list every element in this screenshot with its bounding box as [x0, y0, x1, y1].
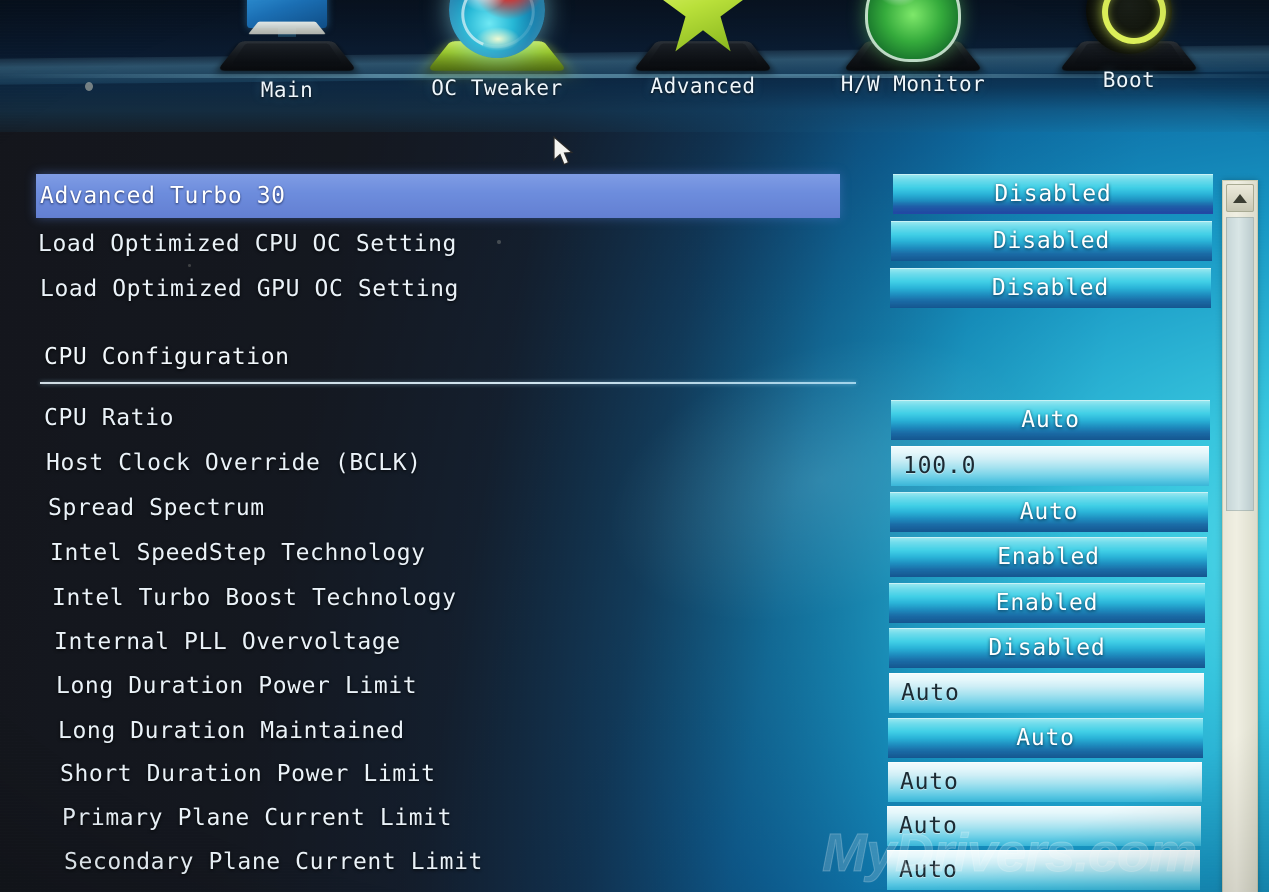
- value-text: Auto: [900, 769, 959, 795]
- chevron-up-icon: [1233, 193, 1247, 203]
- value-text: Auto: [1019, 499, 1079, 525]
- scrollbar-up-button[interactable]: [1226, 184, 1254, 212]
- value-dropdown-intel-speedstep-technology[interactable]: Enabled: [890, 537, 1207, 577]
- value-text: 100.0: [903, 453, 977, 479]
- value-input-short-duration-power-limit[interactable]: Auto: [888, 762, 1202, 802]
- setting-label-intel-speedstep-technology[interactable]: Intel SpeedStep Technology: [50, 540, 426, 566]
- nav-tab-label-main: Main: [260, 78, 314, 102]
- value-input-long-duration-power-limit[interactable]: Auto: [889, 673, 1204, 713]
- value-dropdown-internal-pll-overvoltage[interactable]: Disabled: [889, 628, 1205, 668]
- nav-pedestal-main: [216, 41, 358, 71]
- menu-item-load-optimized-cpu-oc-setting[interactable]: Load Optimized CPU OC Setting: [38, 231, 457, 257]
- value-input-primary-plane-current-limit[interactable]: Auto: [887, 806, 1201, 846]
- value-input-secondary-plane-current-limit[interactable]: Auto: [887, 850, 1200, 890]
- section-divider: [40, 382, 856, 384]
- menu-item-advanced-turbo-30-label: Advanced Turbo 30: [40, 183, 286, 209]
- value-text: Disabled: [992, 228, 1111, 254]
- value-text: Auto: [1016, 725, 1075, 751]
- scrollbar-thumb[interactable]: [1226, 217, 1254, 511]
- value-text: Disabled: [988, 635, 1106, 661]
- value-dropdown-spread-spectrum[interactable]: Auto: [890, 492, 1208, 532]
- nav-tab-boot[interactable]: Boot: [1034, 0, 1224, 132]
- nav-pedestal-inner: [647, 43, 759, 65]
- menu-item-load-optimized-gpu-oc-setting[interactable]: Load Optimized GPU OC Setting: [40, 276, 459, 302]
- setting-label-host-clock-override[interactable]: Host Clock Override (BCLK): [46, 450, 422, 476]
- nav-tab-label-hw-monitor: H/W Monitor: [840, 72, 986, 96]
- section-title-cpu-configuration: CPU Configuration: [44, 344, 290, 370]
- value-dropdown-advanced-turbo-30[interactable]: Disabled: [893, 174, 1213, 214]
- vertical-scrollbar[interactable]: [1222, 180, 1258, 892]
- setting-label-internal-pll-overvoltage[interactable]: Internal PLL Overvoltage: [54, 629, 401, 655]
- value-text: Enabled: [997, 544, 1100, 570]
- value-text: Enabled: [995, 590, 1099, 616]
- setting-label-intel-turbo-boost-technology[interactable]: Intel Turbo Boost Technology: [52, 585, 457, 611]
- power-ring-inner: [1102, 0, 1166, 44]
- nav-tab-main[interactable]: ASRock Main: [192, 0, 382, 132]
- value-text: Disabled: [991, 275, 1110, 301]
- setting-label-spread-spectrum[interactable]: Spread Spectrum: [48, 495, 265, 521]
- value-dropdown-load-optimized-cpu-oc-setting[interactable]: Disabled: [891, 221, 1212, 261]
- value-dropdown-load-optimized-gpu-oc-setting[interactable]: Disabled: [890, 268, 1211, 308]
- value-input-host-clock-override[interactable]: 100.0: [891, 446, 1209, 486]
- nav-tab-label-advanced: Advanced: [650, 74, 756, 98]
- setting-label-cpu-ratio[interactable]: CPU Ratio: [44, 405, 174, 431]
- setting-label-long-duration-power-limit[interactable]: Long Duration Power Limit: [56, 673, 417, 699]
- value-dropdown-intel-turbo-boost-technology[interactable]: Enabled: [889, 583, 1205, 623]
- asrock-logo: ASRock: [247, 0, 327, 1]
- nav-tab-label-oc-tweaker: OC Tweaker: [431, 76, 563, 100]
- setting-label-secondary-plane-current-limit[interactable]: Secondary Plane Current Limit: [64, 849, 483, 875]
- value-text: Auto: [901, 680, 960, 706]
- nav-tab-oc-tweaker[interactable]: OC Tweaker: [402, 0, 592, 132]
- top-navigation-bar: ASRock Main OC Tweaker Advanced: [0, 0, 1269, 132]
- value-dropdown-long-duration-maintained[interactable]: Auto: [888, 718, 1203, 758]
- nav-tab-advanced[interactable]: Advanced: [608, 0, 798, 132]
- nav-pedestal-inner: [231, 43, 343, 65]
- nav-tab-hw-monitor[interactable]: H/W Monitor: [818, 0, 1008, 132]
- value-text: Auto: [899, 857, 958, 883]
- value-text: Auto: [899, 813, 958, 839]
- arrow-pointer-icon: [552, 135, 578, 168]
- keyboard-icon: [248, 21, 326, 35]
- nav-pedestal-advanced: [632, 41, 774, 71]
- value-text: Auto: [1021, 407, 1080, 433]
- setting-label-primary-plane-current-limit[interactable]: Primary Plane Current Limit: [62, 805, 452, 831]
- value-text: Disabled: [994, 181, 1112, 207]
- nav-tab-label-boot: Boot: [1102, 68, 1156, 92]
- orb-glow: [467, 22, 529, 56]
- setting-label-short-duration-power-limit[interactable]: Short Duration Power Limit: [60, 761, 436, 787]
- value-dropdown-cpu-ratio[interactable]: Auto: [891, 400, 1210, 440]
- bios-screen: ASRock Main OC Tweaker Advanced: [0, 0, 1269, 892]
- setting-label-long-duration-maintained[interactable]: Long Duration Maintained: [58, 718, 405, 744]
